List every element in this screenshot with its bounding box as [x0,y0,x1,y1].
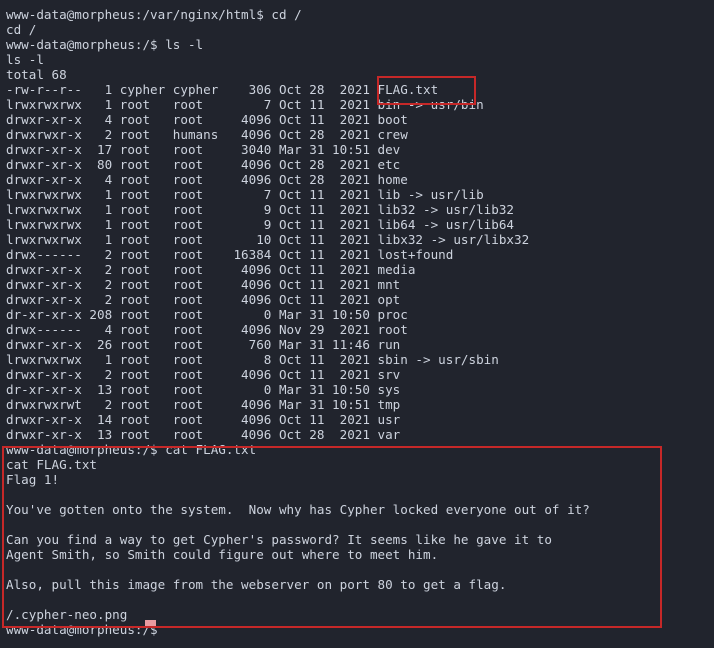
terminal-output: www-data@morpheus:/var/nginx/html$ cd / c… [6,7,708,637]
terminal-line: drwxr-xr-x 80 root root 4096 Oct 28 2021… [6,157,401,172]
terminal-line: lrwxrwxrwx 1 root root 7 Oct 11 2021 bin… [6,97,484,112]
terminal-line: lrwxrwxrwx 1 root root 9 Oct 11 2021 lib… [6,217,514,232]
terminal-line: Also, pull this image from the webserver… [6,577,507,592]
terminal-line: cat FLAG.txt [6,457,97,472]
terminal-line: -rw-r--r-- 1 cypher cypher 306 Oct 28 20… [6,82,439,97]
terminal-line: www-data@morpheus:/$ [6,622,158,637]
terminal-line: drwx------ 2 root root 16384 Oct 11 2021… [6,247,454,262]
terminal-window[interactable]: www-data@morpheus:/var/nginx/html$ cd / c… [0,0,714,648]
terminal-line: drwxr-xr-x 13 root root 4096 Oct 28 2021… [6,427,401,442]
terminal-line: You've gotten onto the system. Now why h… [6,502,590,517]
terminal-line: total 68 [6,67,67,82]
terminal-line: lrwxrwxrwx 1 root root 8 Oct 11 2021 sbi… [6,352,499,367]
terminal-line: www-data@morpheus:/$ ls -l [6,37,204,52]
terminal-line: drwxrwxrwt 2 root root 4096 Mar 31 10:51… [6,397,401,412]
terminal-line: drwxr-xr-x 2 root root 4096 Oct 11 2021 … [6,277,401,292]
terminal-line: www-data@morpheus:/var/nginx/html$ cd / [6,7,302,22]
terminal-line: drwx------ 4 root root 4096 Nov 29 2021 … [6,322,408,337]
terminal-line: dr-xr-xr-x 208 root root 0 Mar 31 10:50 … [6,307,408,322]
terminal-line: /.cypher-neo.png [6,607,128,622]
terminal-line: Flag 1! [6,472,60,487]
terminal-line: drwxr-xr-x 4 root root 4096 Oct 28 2021 … [6,172,408,187]
terminal-line: drwxr-xr-x 2 root root 4096 Oct 11 2021 … [6,367,401,382]
terminal-line: drwxrwxr-x 2 root humans 4096 Oct 28 202… [6,127,408,142]
terminal-line: drwxr-xr-x 26 root root 760 Mar 31 11:46… [6,337,401,352]
terminal-line: ls -l [6,52,44,67]
terminal-line: drwxr-xr-x 2 root root 4096 Oct 11 2021 … [6,292,401,307]
terminal-line: www-data@morpheus:/$ cat FLAG.txt [6,442,257,457]
terminal-line: drwxr-xr-x 14 root root 4096 Oct 11 2021… [6,412,401,427]
terminal-line: Agent Smith, so Smith could figure out w… [6,547,439,562]
terminal-line: lrwxrwxrwx 1 root root 7 Oct 11 2021 lib… [6,187,484,202]
terminal-line: cd / [6,22,37,37]
terminal-line: drwxr-xr-x 17 root root 3040 Mar 31 10:5… [6,142,401,157]
terminal-line: dr-xr-xr-x 13 root root 0 Mar 31 10:50 s… [6,382,401,397]
terminal-line: Can you find a way to get Cypher's passw… [6,532,552,547]
terminal-line: lrwxrwxrwx 1 root root 10 Oct 11 2021 li… [6,232,530,247]
terminal-line: drwxr-xr-x 2 root root 4096 Oct 11 2021 … [6,262,416,277]
terminal-line: drwxr-xr-x 4 root root 4096 Oct 11 2021 … [6,112,408,127]
terminal-line: lrwxrwxrwx 1 root root 9 Oct 11 2021 lib… [6,202,514,217]
terminal-cursor [145,620,156,626]
